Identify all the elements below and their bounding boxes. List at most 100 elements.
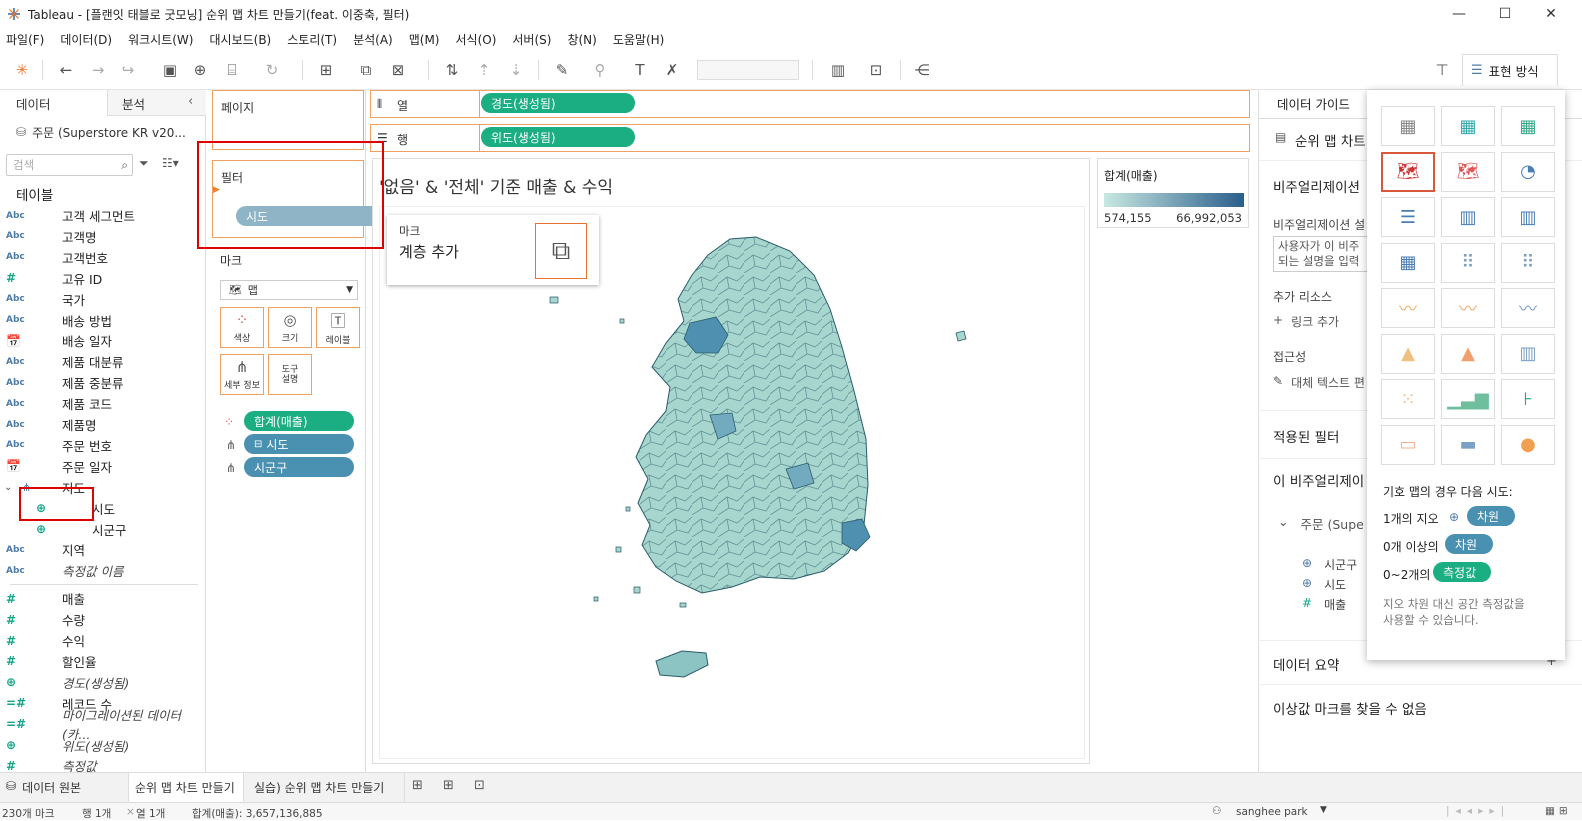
clear-sheet-icon[interactable]: ⊠ [388,60,408,80]
sort-desc-icon[interactable]: ⇣ [506,60,526,80]
show-me-horizontal-bars[interactable]: ☰ [1381,197,1435,237]
menu-server[interactable]: 서버(S) [512,31,551,48]
show-me-scatter-plot[interactable]: ⁙ [1381,379,1435,419]
menu-help[interactable]: 도움말(H) [613,31,665,48]
field-item[interactable]: Abc 국가 [0,289,200,310]
field-item[interactable]: =# 마이그레이션된 데이터(카... [0,708,200,742]
show-me-highlight-table[interactable]: ▦ [1501,106,1555,146]
show-me-bullet-graph[interactable]: ▬ [1441,424,1495,465]
sort-asc-icon[interactable]: ⇡ [474,60,494,80]
menu-format[interactable]: 서식(O) [456,31,497,48]
alt-text-button[interactable]: ✎ 대체 텍스트 편 [1273,374,1365,391]
datasource-icon[interactable]: ⌸ [222,60,242,80]
format-workbook-icon[interactable]: ⊤ [1432,60,1452,80]
color-legend[interactable]: 합계(매출) 574,155 66,992,053 [1097,158,1249,228]
show-cards-icon[interactable]: ▥ [828,60,848,80]
menu-file[interactable]: 파일(F) [6,31,44,48]
field-item[interactable]: 📅 주문 일자 [0,456,200,477]
tab-sheet-practice[interactable]: 실습) 순위 맵 차트 만들기 [254,779,384,796]
fix-axes-icon[interactable]: ✗ [662,60,682,80]
show-me-dual-lines[interactable]: 〰 [1501,288,1555,328]
size-button[interactable]: ◎ 크기 [268,307,312,348]
show-me-dual-combination[interactable]: ▥ [1501,333,1555,374]
show-me-filled-map[interactable]: 🗺 [1441,151,1495,192]
sheet-nav-icons[interactable]: |◂◂▸▸| [1446,805,1510,817]
new-worksheet-icon[interactable]: ⊞ [316,60,336,80]
field-item[interactable]: Abc 주문 번호 [0,435,200,456]
detail-button[interactable]: ⋔ 세부 정보 [220,354,264,395]
menu-story[interactable]: 스토리(T) [287,31,337,48]
field-item[interactable]: Abc 측정값 이름 [0,560,200,581]
tab-sheet-active[interactable]: 순위 맵 차트 만들기 [128,773,244,802]
view-options-icon[interactable]: ☷▾ [162,156,179,170]
add-layer-icon[interactable]: ⧉ [535,223,587,279]
highlight-icon[interactable]: ✎ [552,60,572,80]
field-item[interactable]: Abc 고객 세그먼트 [0,205,200,226]
show-me-pie-chart[interactable]: ◔ [1501,151,1555,192]
menu-window[interactable]: 창(N) [567,31,596,48]
field-item[interactable]: Abc 제품명 [0,414,200,435]
search-box[interactable]: 검색 ⌕ [6,154,133,176]
show-me-discrete-lines[interactable]: 〰 [1441,288,1495,328]
field-item[interactable]: ⊕ 위도(생성됨) [0,735,200,756]
show-me-area-continuous[interactable]: ▲ [1381,333,1435,374]
menu-worksheet[interactable]: 워크시트(W) [128,31,193,48]
datasource-item[interactable]: ⛁ 주문 (Superstore KR v20... [16,122,202,142]
maximize-button[interactable]: ☐ [1482,0,1528,28]
field-item[interactable]: # 할인율 [0,651,200,672]
color-button[interactable]: ⁘ 색상 [220,307,264,348]
tab-datasource[interactable]: ⛁ 데이터 원본 [6,779,81,796]
jeju-island[interactable] [655,650,709,678]
columns-pill[interactable]: 경도(생성됨) [481,93,635,113]
show-me-histogram[interactable]: ▁▃▆ [1441,379,1495,419]
show-me-packed-bubbles[interactable]: ● [1501,424,1555,465]
show-me-continuous-lines[interactable]: 〰 [1381,288,1435,328]
tooltip-button[interactable]: 도구 설명 [268,354,312,395]
add-link-button[interactable]: + 링크 추가 [1273,313,1339,330]
rows-pill[interactable]: 위도(생성됨) [481,127,635,147]
mark-pill-sum-sales[interactable]: 합계(매출) [244,411,354,431]
menu-dashboard[interactable]: 대시보드(B) [209,31,271,48]
show-me-circle-views[interactable]: ⠿ [1441,242,1495,283]
collapse-pane-icon[interactable]: ‹ [188,94,193,109]
mark-pill-sido[interactable]: ⊟ 시도 [244,434,354,454]
refresh-icon[interactable]: ↻ [262,60,282,80]
show-me-side-by-side-bars[interactable]: ▥ [1501,197,1555,237]
view-toggle-icons[interactable]: ▦⊞ [1545,805,1572,817]
redo-icon[interactable]: → [88,60,108,80]
new-datasource-icon[interactable]: ⊕ [190,60,210,80]
field-item[interactable]: Abc 배송 방법 [0,310,200,331]
field-item[interactable]: # 매출 [0,588,200,609]
show-me-treemap[interactable]: ▦ [1381,242,1435,283]
new-story-icon[interactable]: ⊡ [474,778,485,793]
show-me-stacked-bars[interactable]: ▥ [1441,197,1495,237]
show-me-text-table[interactable]: ▦ [1381,106,1435,146]
field-item[interactable]: ⊕ 시군구 [0,519,200,540]
show-labels-icon[interactable]: T [630,60,650,80]
swap-icon[interactable]: ⇅ [442,60,462,80]
group-icon[interactable]: ⚲ [590,60,610,80]
replay-icon[interactable]: ↪ [118,60,138,80]
minimize-button[interactable]: — [1436,0,1482,28]
show-me-heat-map[interactable]: ▦ [1441,106,1495,146]
field-item[interactable]: # 고유 ID [0,268,200,289]
undo-icon[interactable]: ← [56,60,76,80]
field-item[interactable]: ⊕ 경도(생성됨) [0,672,200,693]
show-me-box-and-whisker[interactable]: ⊦ [1501,379,1555,419]
label-button[interactable]: 🅃 레이블 [316,307,360,348]
menu-map[interactable]: 맵(M) [409,31,440,48]
fit-dropdown[interactable] [697,60,799,80]
tab-data[interactable]: 데이터 [0,90,108,116]
viz-desc-input[interactable]: 사용자가 이 비주 되는 설명을 입력 [1273,236,1373,272]
new-dashboard-icon[interactable]: ⊞ [443,778,454,793]
field-item[interactable]: Abc 제품 중분류 [0,372,200,393]
new-worksheet-icon[interactable]: ⊞ [412,778,423,793]
field-item[interactable]: Abc 고객명 [0,226,200,247]
show-me-button[interactable]: ☰ 표현 방식 [1462,54,1558,86]
view-title[interactable]: '없음' & '전체' 기준 매출 & 수익 [379,173,613,198]
show-me-area-discrete[interactable]: ▲ [1441,333,1495,374]
chevron-down-icon[interactable]: ▼ [1320,805,1327,815]
source-tree-item[interactable]: ⌄ 주문 (Supe [1278,514,1364,533]
field-item[interactable]: Abc 제품 코드 [0,393,200,414]
field-item[interactable]: # 수량 [0,609,200,630]
